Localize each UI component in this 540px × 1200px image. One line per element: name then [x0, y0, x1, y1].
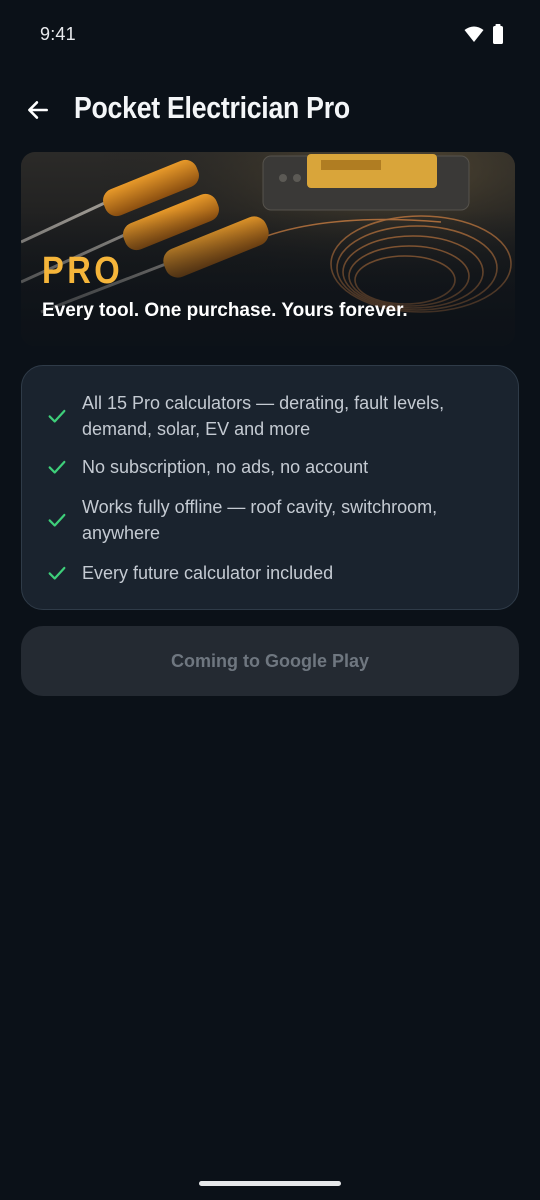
home-indicator[interactable]: [199, 1181, 341, 1186]
status-time: 9:41: [40, 24, 76, 44]
check-icon: [48, 513, 66, 527]
check-icon: [48, 409, 66, 423]
top-app-bar: Pocket Electrician Pro: [0, 80, 540, 144]
feature-text: No subscription, no ads, no account: [82, 457, 369, 477]
hero-tagline: Every tool. One purchase. Yours forever.: [42, 300, 408, 321]
status-bar: 9:41: [0, 0, 540, 68]
coming-to-google-play-button[interactable]: Coming to Google Play: [21, 626, 519, 696]
arrow-left-icon: [28, 101, 48, 119]
feature-item: Works fully offline — roof cavity, switc…: [46, 494, 498, 546]
wifi-icon: [464, 26, 484, 42]
check-icon: [48, 566, 66, 580]
back-button[interactable]: [20, 90, 56, 130]
page-title: Pocket Electrician Pro: [74, 90, 350, 125]
status-icons: [464, 24, 504, 44]
feature-text: Works fully offline — roof cavity, switc…: [82, 497, 438, 543]
feature-item: All 15 Pro calculators — derating, fault…: [46, 390, 498, 442]
feature-text: All 15 Pro calculators — derating, fault…: [82, 393, 445, 439]
feature-item: Every future calculator included: [46, 560, 498, 586]
features-card: All 15 Pro calculators — derating, fault…: [21, 365, 519, 610]
feature-text: Every future calculator included: [82, 563, 334, 583]
check-icon: [48, 460, 66, 474]
pro-badge: PRO: [42, 250, 124, 292]
feature-item: No subscription, no ads, no account: [46, 454, 498, 480]
battery-icon: [493, 24, 503, 44]
hero-banner: PRO Every tool. One purchase. Yours fore…: [21, 152, 515, 346]
